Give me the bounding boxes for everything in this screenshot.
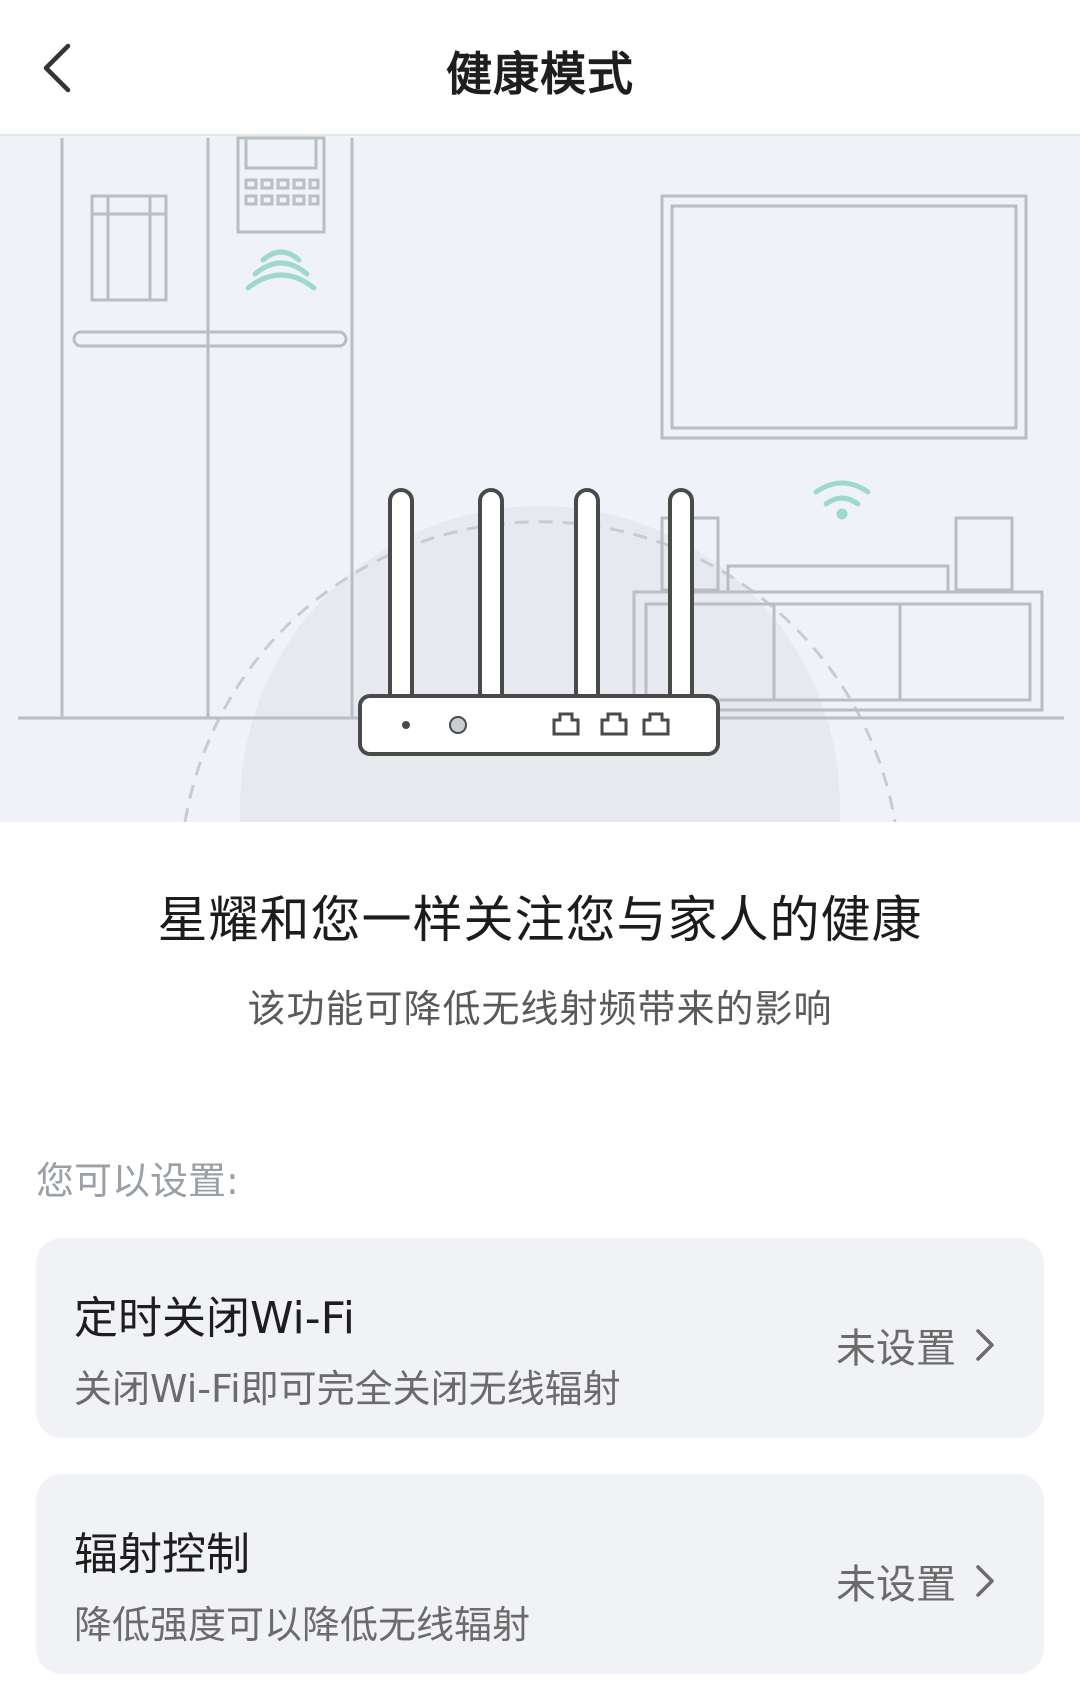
hero-illustration [0,136,1080,822]
chevron-right-icon [976,1565,994,1597]
status-text: 未设置 [836,1562,956,1608]
page-title: 健康模式 [446,47,634,101]
top-bar: 健康模式 [0,0,1080,136]
card-description: 降低强度可以降低无线辐射 [74,1603,531,1647]
status-indicator: 未设置 [836,1552,996,1610]
signal-glow [240,506,840,822]
section-label: 您可以设置: [36,1159,239,1203]
home-router-illustration [18,136,1064,822]
wifi-signal-icon [813,480,871,520]
status-text: 未设置 [836,1326,956,1372]
chevron-right-icon [976,1329,994,1361]
card-description: 关闭Wi-Fi即可完全关闭无线辐射 [74,1367,621,1411]
wifi-signal-icon [245,249,317,291]
scheduled-wifi-off-card[interactable]: 定时关闭Wi-Fi 关闭Wi-Fi即可完全关闭无线辐射 未设置 [36,1238,1044,1438]
subline: 该功能可降低无线射频带来的影响 [247,987,833,1031]
card-title: 定时关闭Wi-Fi [74,1293,355,1344]
status-indicator: 未设置 [836,1316,996,1374]
radiation-control-card[interactable]: 辐射控制 降低强度可以降低无线辐射 未设置 [36,1474,1044,1674]
card-title: 辐射控制 [74,1529,250,1580]
headline: 星耀和您一样关注您与家人的健康 [157,891,923,949]
